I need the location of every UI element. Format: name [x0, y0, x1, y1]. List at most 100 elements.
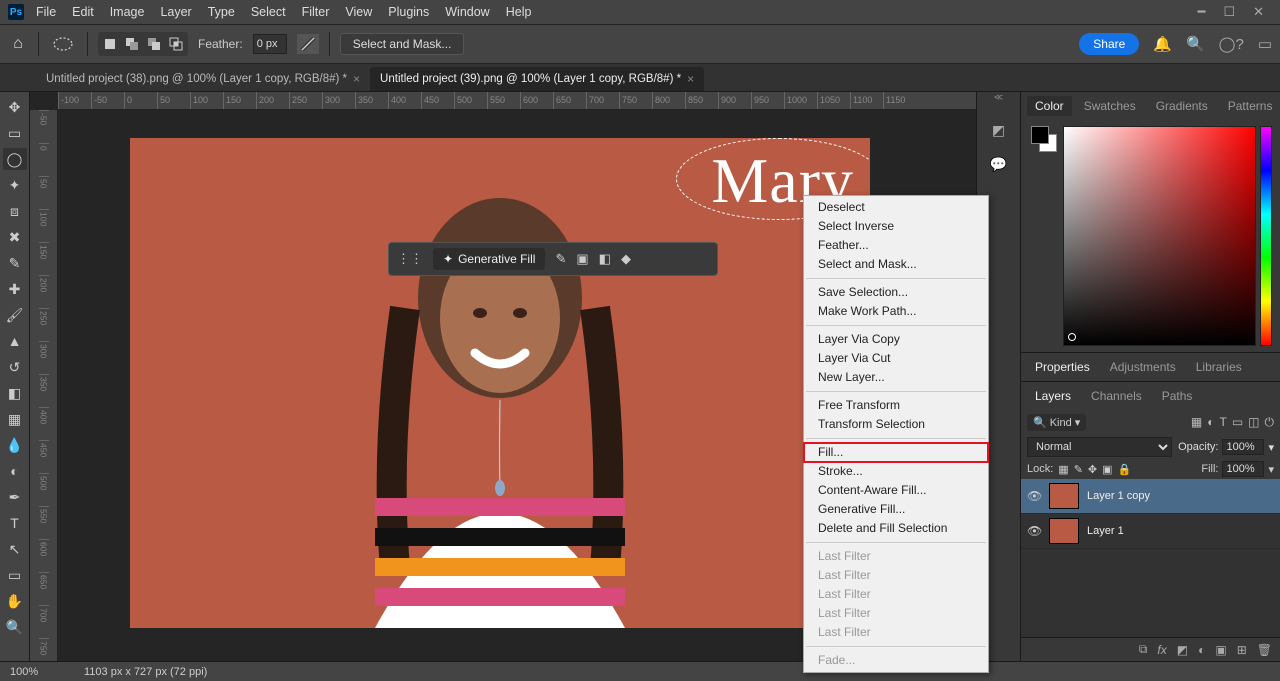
type-tool-icon[interactable]: T [3, 512, 27, 534]
select-and-mask-button[interactable]: Select and Mask... [340, 33, 465, 55]
lock-all-icon[interactable]: 🔒 [1118, 463, 1132, 476]
context-menu-item[interactable]: Fill... [804, 443, 988, 462]
context-menu-item[interactable]: Stroke... [804, 462, 988, 481]
close-tab-icon[interactable]: × [353, 72, 360, 86]
menu-help[interactable]: Help [498, 3, 540, 21]
marquee-tool-icon[interactable]: ▭ [3, 122, 27, 144]
menu-filter[interactable]: Filter [294, 3, 338, 21]
context-menu-item[interactable]: Make Work Path... [804, 302, 988, 321]
panel-tab-libraries[interactable]: Libraries [1188, 357, 1250, 377]
shape-tool-icon[interactable]: ▭ [3, 564, 27, 586]
menu-select[interactable]: Select [243, 3, 294, 21]
document-canvas[interactable]: Mary [130, 138, 870, 628]
history-brush-tool-icon[interactable]: ↺ [3, 356, 27, 378]
select-subject-icon[interactable]: ▣ [576, 251, 588, 267]
context-menu-item[interactable]: Select Inverse [804, 217, 988, 236]
eyedropper-tool-icon[interactable]: ✎ [3, 252, 27, 274]
link-layers-icon[interactable]: ⧉ [1139, 642, 1148, 657]
history-panel-icon[interactable]: ◩ [989, 120, 1009, 140]
search-icon[interactable]: 🔍 [1186, 35, 1205, 53]
panel-tab-swatches[interactable]: Swatches [1076, 96, 1144, 116]
fgbg-swatch[interactable] [1031, 126, 1057, 152]
layer-kind-filter[interactable]: 🔍 Kind ▾ [1027, 414, 1086, 431]
blend-mode-select[interactable]: Normal [1027, 437, 1172, 457]
comments-panel-icon[interactable]: 💬 [989, 154, 1009, 174]
filter-toggle-icon[interactable]: ⏻ [1265, 415, 1275, 430]
context-menu-item[interactable]: Delete and Fill Selection [804, 519, 988, 538]
close-icon[interactable]: ✕ [1253, 4, 1264, 20]
home-icon[interactable]: ⌂ [8, 34, 28, 54]
context-menu-item[interactable]: Feather... [804, 236, 988, 255]
opacity-chevron-icon[interactable]: ▾ [1268, 441, 1274, 454]
lock-artboard-icon[interactable]: ▣ [1102, 463, 1112, 476]
lasso-tool-icon[interactable]: ◯ [3, 148, 27, 170]
delete-layer-icon[interactable]: 🗑 [1257, 643, 1272, 657]
maximize-icon[interactable]: ☐ [1223, 4, 1235, 20]
opacity-input[interactable] [1222, 439, 1264, 455]
zoom-tool-icon[interactable]: 🔍 [3, 616, 27, 638]
notifications-icon[interactable]: 🔔 [1153, 35, 1172, 53]
lock-position-icon[interactable]: ✥ [1088, 463, 1097, 476]
context-menu-item[interactable]: Layer Via Copy [804, 330, 988, 349]
menu-file[interactable]: File [28, 3, 64, 21]
fill-input[interactable] [1222, 461, 1264, 477]
gradient-tool-icon[interactable]: ▦ [3, 408, 27, 430]
lock-image-icon[interactable]: ✎ [1074, 463, 1083, 476]
close-tab-icon[interactable]: × [687, 72, 694, 86]
fg-color-swatch[interactable] [1031, 126, 1049, 144]
panel-tab-gradients[interactable]: Gradients [1148, 96, 1216, 116]
menu-window[interactable]: Window [437, 3, 497, 21]
color-field[interactable] [1063, 126, 1256, 346]
collapse-arrow-icon[interactable]: ≪ [977, 92, 1021, 102]
subtract-selection-icon[interactable] [144, 34, 164, 54]
visibility-icon[interactable]: 👁 [1027, 524, 1041, 538]
layer-mask-icon[interactable]: ◩ [1177, 643, 1188, 657]
workspace-icon[interactable]: ▭ [1258, 35, 1272, 53]
generative-fill-button[interactable]: ✦ Generative Fill [433, 248, 545, 270]
share-button[interactable]: Share [1079, 33, 1139, 55]
path-select-tool-icon[interactable]: ↖ [3, 538, 27, 560]
menu-type[interactable]: Type [200, 3, 243, 21]
invert-selection-icon[interactable]: ◧ [599, 251, 611, 267]
context-menu-item[interactable]: Select and Mask... [804, 255, 988, 274]
document-tab[interactable]: Untitled project (39).png @ 100% (Layer … [370, 67, 704, 91]
layer-thumbnail[interactable] [1049, 518, 1079, 544]
anti-alias-icon[interactable] [297, 34, 319, 54]
panel-tab-paths[interactable]: Paths [1154, 386, 1201, 406]
menu-plugins[interactable]: Plugins [380, 3, 437, 21]
crop-tool-icon[interactable]: ⧈ [3, 200, 27, 222]
dodge-tool-icon[interactable]: ◐ [3, 460, 27, 482]
menu-view[interactable]: View [337, 3, 380, 21]
filter-shape-icon[interactable]: ▭ [1232, 415, 1243, 430]
filter-adjust-icon[interactable]: ◐ [1207, 415, 1214, 430]
layer-item[interactable]: 👁Layer 1 copy [1021, 479, 1280, 514]
group-layers-icon[interactable]: ▣ [1215, 643, 1226, 657]
panel-tab-properties[interactable]: Properties [1027, 357, 1098, 377]
new-selection-icon[interactable] [100, 34, 120, 54]
context-menu-item[interactable]: Generative Fill... [804, 500, 988, 519]
eraser-tool-icon[interactable]: ◧ [3, 382, 27, 404]
menu-layer[interactable]: Layer [152, 3, 199, 21]
panel-tab-color[interactable]: Color [1027, 96, 1072, 116]
menu-edit[interactable]: Edit [64, 3, 102, 21]
context-menu-item[interactable]: Free Transform [804, 396, 988, 415]
lock-transparent-icon[interactable]: ▦ [1058, 463, 1068, 476]
context-menu-item[interactable]: Save Selection... [804, 283, 988, 302]
panel-tab-adjustments[interactable]: Adjustments [1102, 357, 1184, 377]
hand-tool-icon[interactable]: ✋ [3, 590, 27, 612]
layer-item[interactable]: 👁Layer 1 [1021, 514, 1280, 549]
modify-selection-icon[interactable]: ✎ [555, 251, 566, 267]
hue-slider[interactable] [1260, 126, 1272, 346]
help-icon[interactable]: ◯? [1219, 35, 1244, 53]
filter-smart-icon[interactable]: ◫ [1248, 415, 1259, 430]
filter-pixel-icon[interactable]: ▦ [1191, 415, 1202, 430]
new-layer-icon[interactable]: ⊞ [1237, 643, 1247, 657]
adjustment-layer-icon[interactable]: ◐ [1198, 643, 1205, 657]
pen-tool-icon[interactable]: ✒ [3, 486, 27, 508]
quick-select-tool-icon[interactable]: ✦ [3, 174, 27, 196]
frame-tool-icon[interactable]: ✖ [3, 226, 27, 248]
filter-type-icon[interactable]: T [1219, 415, 1226, 430]
blur-tool-icon[interactable]: 💧 [3, 434, 27, 456]
context-menu-item[interactable]: Deselect [804, 198, 988, 217]
context-menu-item[interactable]: Content-Aware Fill... [804, 481, 988, 500]
